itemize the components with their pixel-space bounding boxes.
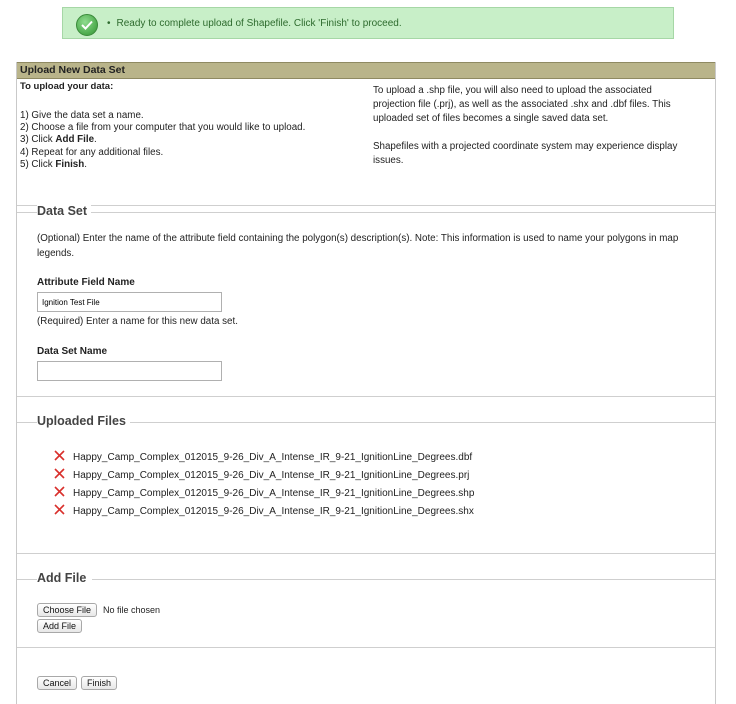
info-paragraph: Shapefiles with a projected coordinate s…: [373, 141, 678, 166]
cancel-button[interactable]: Cancel: [37, 676, 78, 690]
intro-info: To upload a .shp file, you will also nee…: [373, 84, 693, 182]
file-name: Happy_Camp_Complex_012015_9-26_Div_A_Int…: [73, 488, 475, 499]
legend-rule: [17, 212, 37, 213]
choose-file-button[interactable]: Choose File: [37, 603, 98, 617]
add-file-button[interactable]: Add File: [37, 619, 83, 633]
step-text: 5) Click: [20, 158, 56, 170]
step-suffix: .: [94, 134, 97, 146]
step-suffix: .: [84, 158, 87, 170]
section-divider: [17, 553, 715, 554]
step-text: 2) Choose a file from your computer that…: [20, 122, 306, 134]
upload-panel: Upload New Data Set To upload your data:…: [16, 62, 716, 704]
step-item: 2) Choose a file from your computer that…: [20, 122, 305, 134]
delete-x-icon[interactable]: [54, 486, 65, 497]
data-set-name-label: Data Set Name: [37, 346, 108, 357]
notice-message: Ready to complete upload of Shapefile. C…: [107, 18, 402, 29]
delete-x-icon[interactable]: [54, 504, 65, 515]
file-name: Happy_Camp_Complex_012015_9-26_Div_A_Int…: [73, 470, 470, 481]
required-note: (Required) Enter a name for this new dat…: [37, 316, 238, 327]
file-name: Happy_Camp_Complex_012015_9-26_Div_A_Int…: [73, 506, 474, 517]
delete-x-icon[interactable]: [54, 450, 65, 461]
legend-rule: [92, 579, 715, 580]
legend-add-file: Add File: [37, 571, 91, 585]
optional-note: (Optional) Enter the name of the attribu…: [37, 233, 679, 259]
section-divider: [17, 396, 715, 397]
legend-rule: [17, 579, 37, 580]
no-file-status: No file chosen: [103, 605, 161, 615]
intro-title: To upload your data:: [20, 81, 114, 92]
file-name: Happy_Camp_Complex_012015_9-26_Div_A_Int…: [73, 452, 473, 463]
legend-uploaded-files: Uploaded Files: [37, 414, 130, 428]
step-emphasis: Finish: [55, 158, 85, 170]
success-notice: Ready to complete upload of Shapefile. C…: [62, 7, 674, 39]
data-set-name-input[interactable]: [37, 361, 222, 381]
attribute-field-label: Attribute Field Name: [37, 277, 135, 288]
check-icon: [76, 14, 98, 36]
legend-rule: [130, 422, 715, 423]
step-text: 1) Give the data set a name.: [20, 110, 144, 121]
legend-data-set: Data Set: [37, 204, 92, 218]
delete-x-icon[interactable]: [54, 468, 65, 479]
section-divider: [17, 205, 715, 206]
step-item: 4) Repeat for any additional files.: [20, 147, 305, 159]
legend-rule: [87, 212, 715, 213]
info-paragraph: To upload a .shp file, you will also nee…: [373, 85, 671, 124]
step-emphasis: Add File: [55, 134, 95, 146]
panel-title: Upload New Data Set: [17, 62, 715, 79]
step-text: 3) Click: [20, 134, 56, 146]
step-item: 1) Give the data set a name.: [20, 110, 305, 122]
legend-rule: [17, 422, 37, 423]
step-item: 5) Click Finish.: [20, 159, 305, 171]
section-divider: [17, 647, 715, 648]
step-text: 4) Repeat for any additional files.: [20, 146, 164, 158]
step-item: 3) Click Add File.: [20, 134, 305, 146]
attribute-field-input[interactable]: [37, 292, 222, 312]
steps-list: 1) Give the data set a name. 2) Choose a …: [20, 110, 305, 171]
finish-button[interactable]: Finish: [81, 676, 118, 690]
